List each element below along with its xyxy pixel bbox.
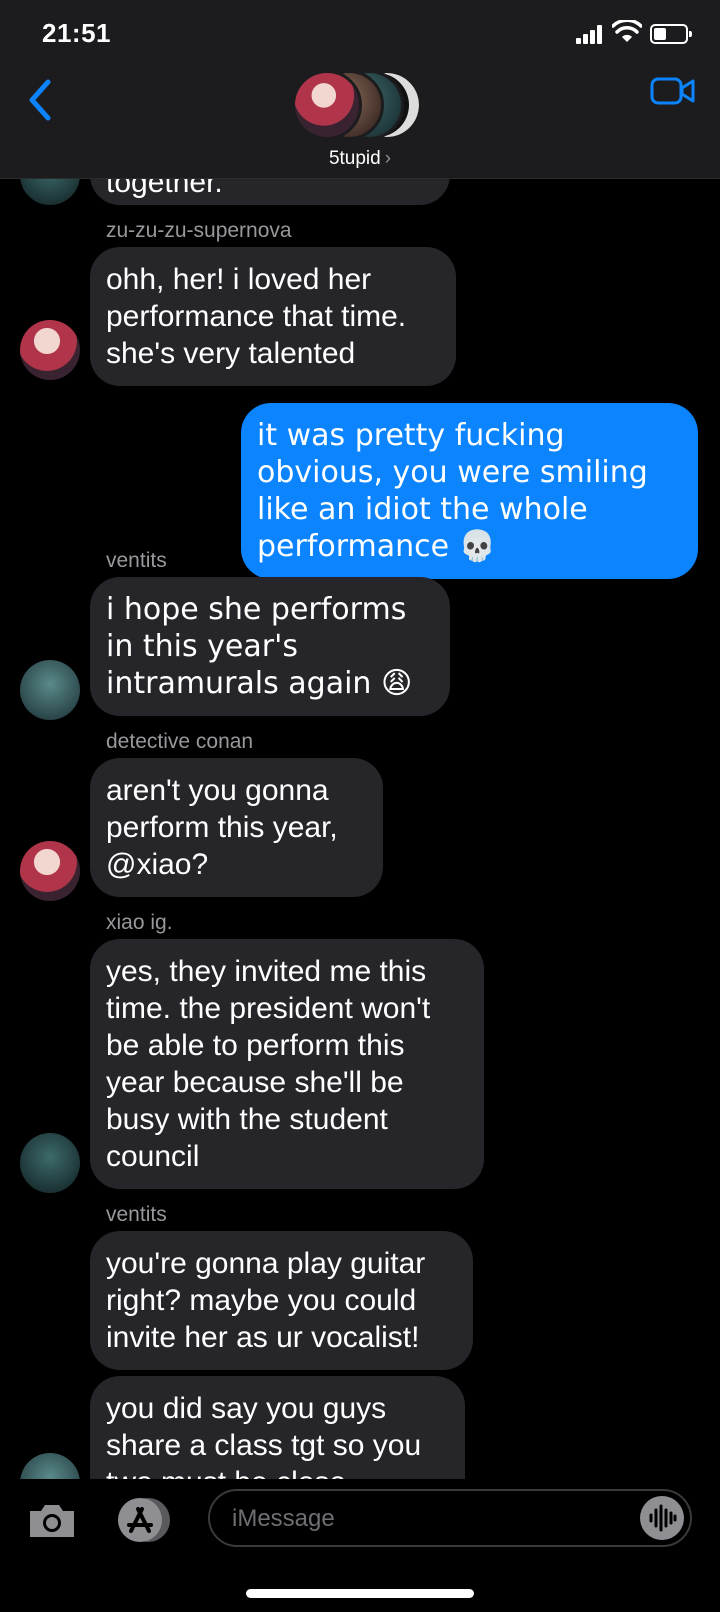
incoming-message-bubble[interactable]: together.	[90, 179, 450, 205]
chevron-right-icon: ›	[384, 148, 392, 169]
avatar[interactable]	[20, 1453, 80, 1479]
group-avatar-stack[interactable]	[292, 70, 432, 142]
message-text: ohh, her! i loved her performance that t…	[106, 263, 407, 370]
message-text: i hope she performs in this year's intra…	[106, 592, 413, 701]
audio-message-icon[interactable]	[640, 1496, 684, 1540]
sender-name: ventits	[106, 549, 167, 572]
sender-name: detective conan	[106, 730, 254, 753]
avatar[interactable]	[20, 660, 80, 720]
sender-name: zu-zu-zu-supernova	[106, 219, 292, 242]
message-text: it was pretty fucking obvious, you were …	[257, 418, 648, 564]
video-call-icon[interactable]	[650, 74, 696, 108]
cellular-signal-icon	[576, 24, 606, 44]
incoming-message-bubble[interactable]: i hope she performs in this year's intra…	[90, 577, 450, 716]
message-text: aren't you gonna perform this year, @xia…	[106, 774, 338, 881]
avatar[interactable]	[20, 1133, 80, 1193]
home-indicator[interactable]	[246, 1589, 474, 1598]
input-bar	[0, 1479, 720, 1612]
status-bar: 21:51	[0, 0, 720, 60]
message-text: together.	[106, 179, 223, 199]
message-list[interactable]: together. zu-zu-zu-supernova ohh, her! i…	[0, 179, 720, 1479]
status-time: 21:51	[42, 18, 111, 48]
app-store-icon[interactable]	[114, 1495, 172, 1545]
incoming-message-bubble[interactable]: you're gonna play guitar right? maybe yo…	[90, 1231, 473, 1370]
group-name-label: 5tupid	[328, 148, 381, 169]
camera-icon[interactable]	[26, 1501, 78, 1541]
avatar[interactable]	[20, 320, 80, 380]
wifi-icon	[612, 20, 642, 42]
message-text: yes, they invited me this time. the pres…	[106, 955, 431, 1173]
imessage-field[interactable]	[208, 1489, 692, 1547]
outgoing-message-bubble[interactable]: it was pretty fucking obvious, you were …	[241, 403, 698, 579]
incoming-message-bubble[interactable]: yes, they invited me this time. the pres…	[90, 939, 484, 1189]
message-text: you're gonna play guitar right? maybe yo…	[106, 1247, 426, 1354]
message-text: you did say you guys share a class tgt s…	[106, 1392, 422, 1479]
sender-name: xiao ig.	[106, 911, 173, 934]
avatar[interactable]	[20, 841, 80, 901]
avatar[interactable]	[20, 179, 80, 205]
group-name[interactable]: 5tupid ›	[0, 148, 720, 170]
incoming-message-bubble[interactable]: you did say you guys share a class tgt s…	[90, 1376, 465, 1479]
incoming-message-bubble[interactable]: ohh, her! i loved her performance that t…	[90, 247, 456, 386]
incoming-message-bubble[interactable]: aren't you gonna perform this year, @xia…	[90, 758, 383, 897]
avatar	[292, 70, 362, 140]
conversation-header: 5tupid ›	[0, 60, 720, 179]
back-chevron-icon[interactable]	[22, 76, 62, 124]
battery-icon	[650, 24, 692, 44]
message-input[interactable]	[230, 1501, 614, 1537]
sender-name: ventits	[106, 1203, 167, 1226]
